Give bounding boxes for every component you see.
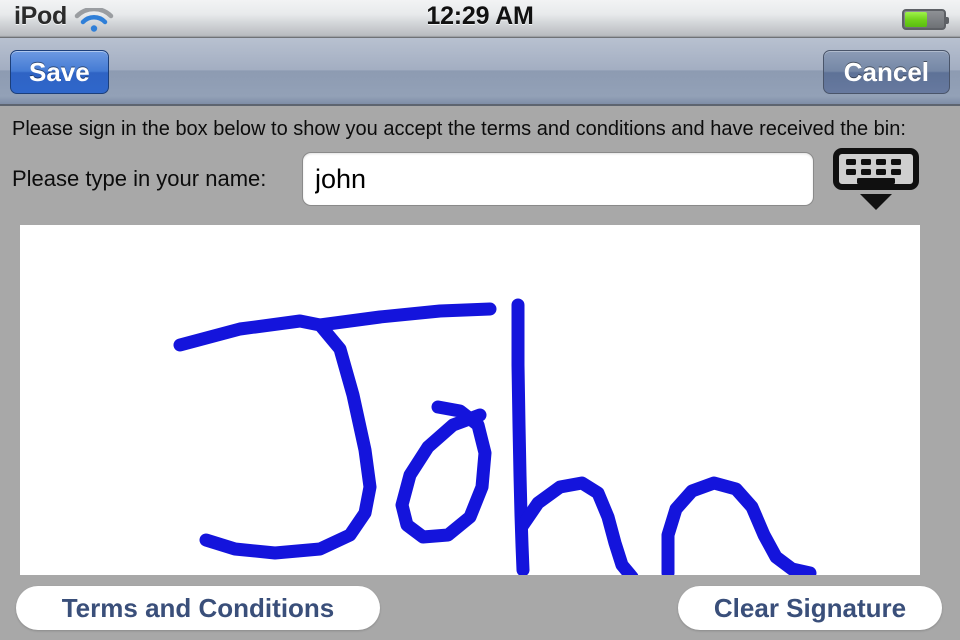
keyboard-dismiss-icon[interactable] [832, 148, 920, 212]
instruction-text: Please sign in the box below to show you… [12, 118, 906, 140]
save-button[interactable]: Save [10, 50, 109, 94]
status-bar: iPod 12:29 AM [0, 0, 960, 38]
app-screen: iPod 12:29 AM Save Cancel Please sign in… [0, 0, 960, 640]
name-input[interactable] [302, 152, 814, 206]
cancel-button[interactable]: Cancel [822, 50, 950, 94]
terms-and-conditions-button[interactable]: Terms and Conditions [16, 586, 380, 630]
battery-icon [902, 9, 949, 30]
clock-label: 12:29 AM [426, 2, 534, 30]
navigation-toolbar: Save Cancel [0, 38, 960, 106]
clear-signature-button[interactable]: Clear Signature [678, 586, 942, 630]
signature-ink [173, 298, 817, 575]
name-field-label: Please type in your name: [12, 166, 267, 191]
signature-canvas[interactable] [20, 225, 920, 575]
